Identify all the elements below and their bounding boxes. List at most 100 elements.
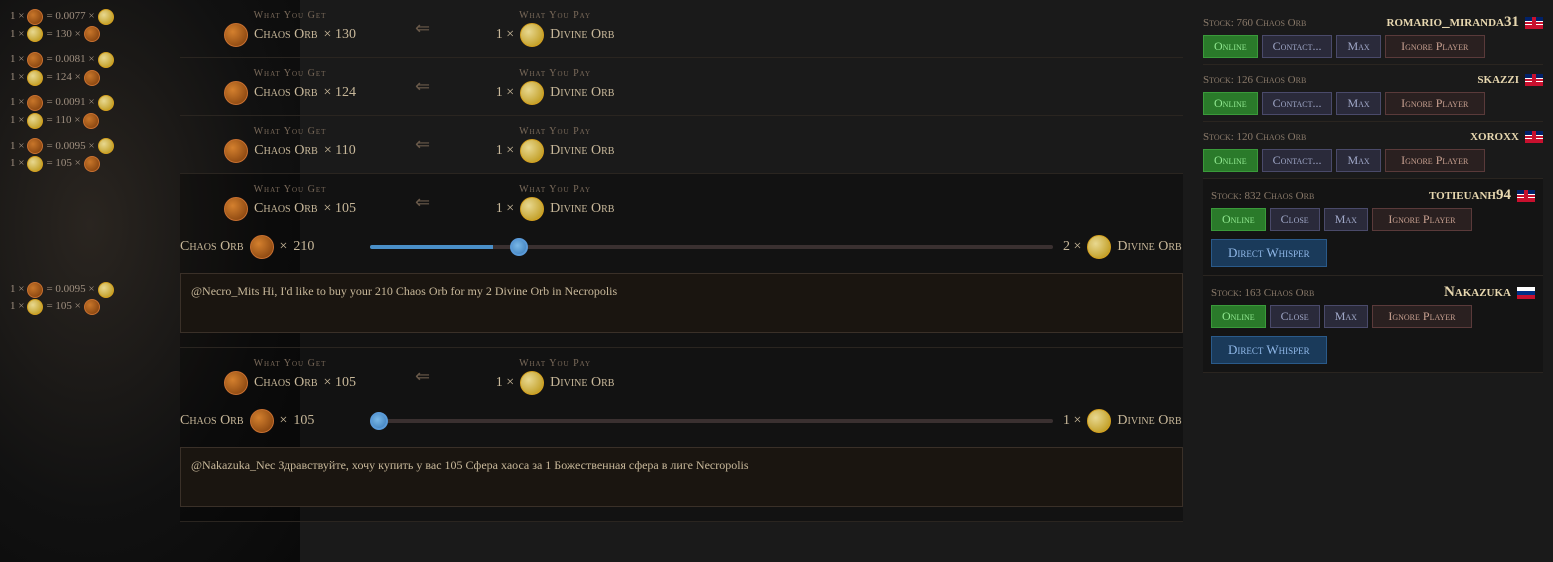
contact-button-2[interactable]: Contact... bbox=[1262, 92, 1333, 115]
divine-orb-med-icon bbox=[520, 371, 544, 395]
divine-orb-icon bbox=[98, 9, 114, 25]
get-mult-1: × 130 bbox=[324, 27, 356, 43]
max-button-2[interactable]: Max bbox=[1336, 92, 1380, 115]
trade-row-3: What You Get Chaos Orb × 110 ⇐ What You … bbox=[180, 116, 1183, 174]
seller-name-5: Nakazuka bbox=[1444, 284, 1535, 301]
get-mult-5: × 105 bbox=[324, 375, 356, 391]
online-button-5[interactable]: Online bbox=[1211, 305, 1266, 328]
ignore-button-5[interactable]: Ignore Player bbox=[1372, 305, 1472, 328]
get-orb-1: Chaos Orb × 130 bbox=[224, 23, 356, 47]
seller-name-4: totieuanh94 bbox=[1429, 187, 1535, 204]
divine-orb-med-icon bbox=[520, 197, 544, 221]
pay-label-2: What You Pay bbox=[519, 68, 591, 79]
max-button-3[interactable]: Max bbox=[1336, 149, 1380, 172]
pay-orb-3: 1 × Divine Orb bbox=[496, 139, 615, 163]
ratio-text-5b: 1 × bbox=[10, 298, 24, 316]
ignore-button-3[interactable]: Ignore Player bbox=[1385, 149, 1485, 172]
ratio-value-2a: = 0.0081 × bbox=[46, 51, 94, 69]
close-button-5[interactable]: Close bbox=[1270, 305, 1320, 328]
center-panel: What You Get Chaos Orb × 130 ⇐ What You … bbox=[170, 0, 1193, 522]
online-button-1[interactable]: Online bbox=[1203, 35, 1258, 58]
slider-value-4: 210 bbox=[293, 239, 314, 255]
ratio-line-3a: 1 × = 0.0091 × bbox=[10, 94, 160, 112]
get-label-5: What You Get bbox=[254, 358, 327, 369]
chaos-orb-icon bbox=[83, 113, 99, 129]
max-button-5[interactable]: Max bbox=[1324, 305, 1368, 328]
whisper-button-5[interactable]: Direct Whisper bbox=[1211, 336, 1327, 364]
quantity-slider-4[interactable] bbox=[370, 245, 1053, 249]
trade-info-5: What You Get Chaos Orb × 105 ⇐ What You … bbox=[180, 352, 1183, 401]
divine-orb-med-icon bbox=[520, 139, 544, 163]
ratio-value-5a: = 0.0095 × bbox=[46, 281, 94, 299]
max-button-4[interactable]: Max bbox=[1324, 208, 1368, 231]
seller-name-3: xoroxx bbox=[1470, 128, 1543, 145]
online-button-4[interactable]: Online bbox=[1211, 208, 1266, 231]
ignore-button-4[interactable]: Ignore Player bbox=[1372, 208, 1472, 231]
seller-name-text-2: skazzi bbox=[1477, 71, 1519, 88]
right-panel: Stock: 760 Chaos Orb romario_miranda31 O… bbox=[1193, 0, 1553, 522]
close-button-4[interactable]: Close bbox=[1270, 208, 1320, 231]
ratio-block-1: 1 × = 0.0077 × 1 × = 130 × bbox=[10, 8, 160, 43]
trade-row-4: What You Get Chaos Orb × 105 ⇐ What You … bbox=[180, 174, 1183, 348]
trade-info-3: What You Get Chaos Orb × 110 ⇐ What You … bbox=[180, 120, 1183, 169]
slider-mult-4: × bbox=[280, 239, 288, 255]
get-block-5: What You Get Chaos Orb × 105 bbox=[180, 358, 400, 395]
seller-buttons-5: Online Close Max Ignore Player bbox=[1211, 305, 1535, 328]
trade-message-5[interactable]: @Nakazuka_Nec Здравствуйте, хочу купить … bbox=[180, 447, 1183, 507]
divine-orb-count-icon bbox=[1087, 235, 1111, 259]
flag-gb-icon-2 bbox=[1525, 74, 1543, 86]
get-orb-2: Chaos Orb × 124 bbox=[224, 81, 356, 105]
seller-top-2: Stock: 126 Chaos Orb skazzi bbox=[1203, 71, 1543, 88]
ratio-text-3b: 1 × bbox=[10, 112, 24, 130]
ratio-text-2a: 1 × bbox=[10, 51, 24, 69]
seller-name-1: romario_miranda31 bbox=[1387, 14, 1544, 31]
chaos-orb-icon bbox=[84, 156, 100, 172]
divine-orb-count-icon bbox=[1087, 409, 1111, 433]
seller-buttons-3: Online Contact... Max Ignore Player bbox=[1203, 149, 1543, 172]
divine-orb-icon bbox=[98, 138, 114, 154]
contact-button-3[interactable]: Contact... bbox=[1262, 149, 1333, 172]
quantity-slider-5[interactable] bbox=[370, 419, 1053, 423]
get-mult-2: × 124 bbox=[324, 85, 356, 101]
max-button-1[interactable]: Max bbox=[1336, 35, 1380, 58]
online-button-3[interactable]: Online bbox=[1203, 149, 1258, 172]
ratio-line-3b: 1 × = 110 × bbox=[10, 112, 160, 130]
seller-block-1: Stock: 760 Chaos Orb romario_miranda31 O… bbox=[1203, 8, 1543, 65]
ratio-line-1a: 1 × = 0.0077 × bbox=[10, 8, 160, 26]
get-label-4: What You Get bbox=[254, 184, 327, 195]
get-mult-3: × 110 bbox=[324, 143, 356, 159]
seller-top-1: Stock: 760 Chaos Orb romario_miranda31 bbox=[1203, 14, 1543, 31]
get-item-4: Chaos Orb bbox=[254, 201, 318, 217]
slider-mult-5: × bbox=[280, 413, 288, 429]
get-label-2: What You Get bbox=[254, 68, 327, 79]
flag-gb-icon-3 bbox=[1525, 131, 1543, 143]
ratio-value-4b: = 105 × bbox=[46, 155, 80, 173]
ratio-line-5b: 1 × = 105 × bbox=[10, 298, 160, 316]
seller-buttons-4: Online Close Max Ignore Player bbox=[1211, 208, 1535, 231]
stock-info-4: Stock: 832 Chaos Orb bbox=[1211, 190, 1314, 202]
ignore-button-2[interactable]: Ignore Player bbox=[1385, 92, 1485, 115]
ratio-block-4: 1 × = 0.0095 × 1 × = 105 × bbox=[10, 138, 160, 173]
slider-item-name-4: Chaos Orb bbox=[180, 239, 244, 255]
seller-top-4: Stock: 832 Chaos Orb totieuanh94 bbox=[1211, 187, 1535, 204]
whisper-button-4[interactable]: Direct Whisper bbox=[1211, 239, 1327, 267]
contact-button-1[interactable]: Contact... bbox=[1262, 35, 1333, 58]
stock-info-2: Stock: 126 Chaos Orb bbox=[1203, 74, 1306, 86]
ratio-value-2b: = 124 × bbox=[46, 69, 80, 87]
arrow-4: ⇐ bbox=[415, 192, 430, 213]
chaos-orb-icon bbox=[84, 26, 100, 42]
get-orb-4: Chaos Orb × 105 bbox=[224, 197, 356, 221]
pay-mult-3: 1 × bbox=[496, 143, 514, 159]
divine-orb-icon bbox=[98, 282, 114, 298]
divine-label-5: Divine Orb bbox=[1117, 413, 1181, 429]
divine-orb-icon bbox=[27, 70, 43, 86]
divine-orb-icon bbox=[27, 26, 43, 42]
ratio-block-2: 1 × = 0.0081 × 1 × = 124 × bbox=[10, 51, 160, 86]
online-button-2[interactable]: Online bbox=[1203, 92, 1258, 115]
ignore-button-1[interactable]: Ignore Player bbox=[1385, 35, 1485, 58]
trade-message-4[interactable]: @Necro_Mits Hi, I'd like to buy your 210… bbox=[180, 273, 1183, 333]
stock-info-1: Stock: 760 Chaos Orb bbox=[1203, 17, 1306, 29]
ratio-line-4a: 1 × = 0.0095 × bbox=[10, 138, 160, 156]
pay-item-5: Divine Orb bbox=[550, 375, 614, 391]
trade-row-5: What You Get Chaos Orb × 105 ⇐ What You … bbox=[180, 348, 1183, 522]
